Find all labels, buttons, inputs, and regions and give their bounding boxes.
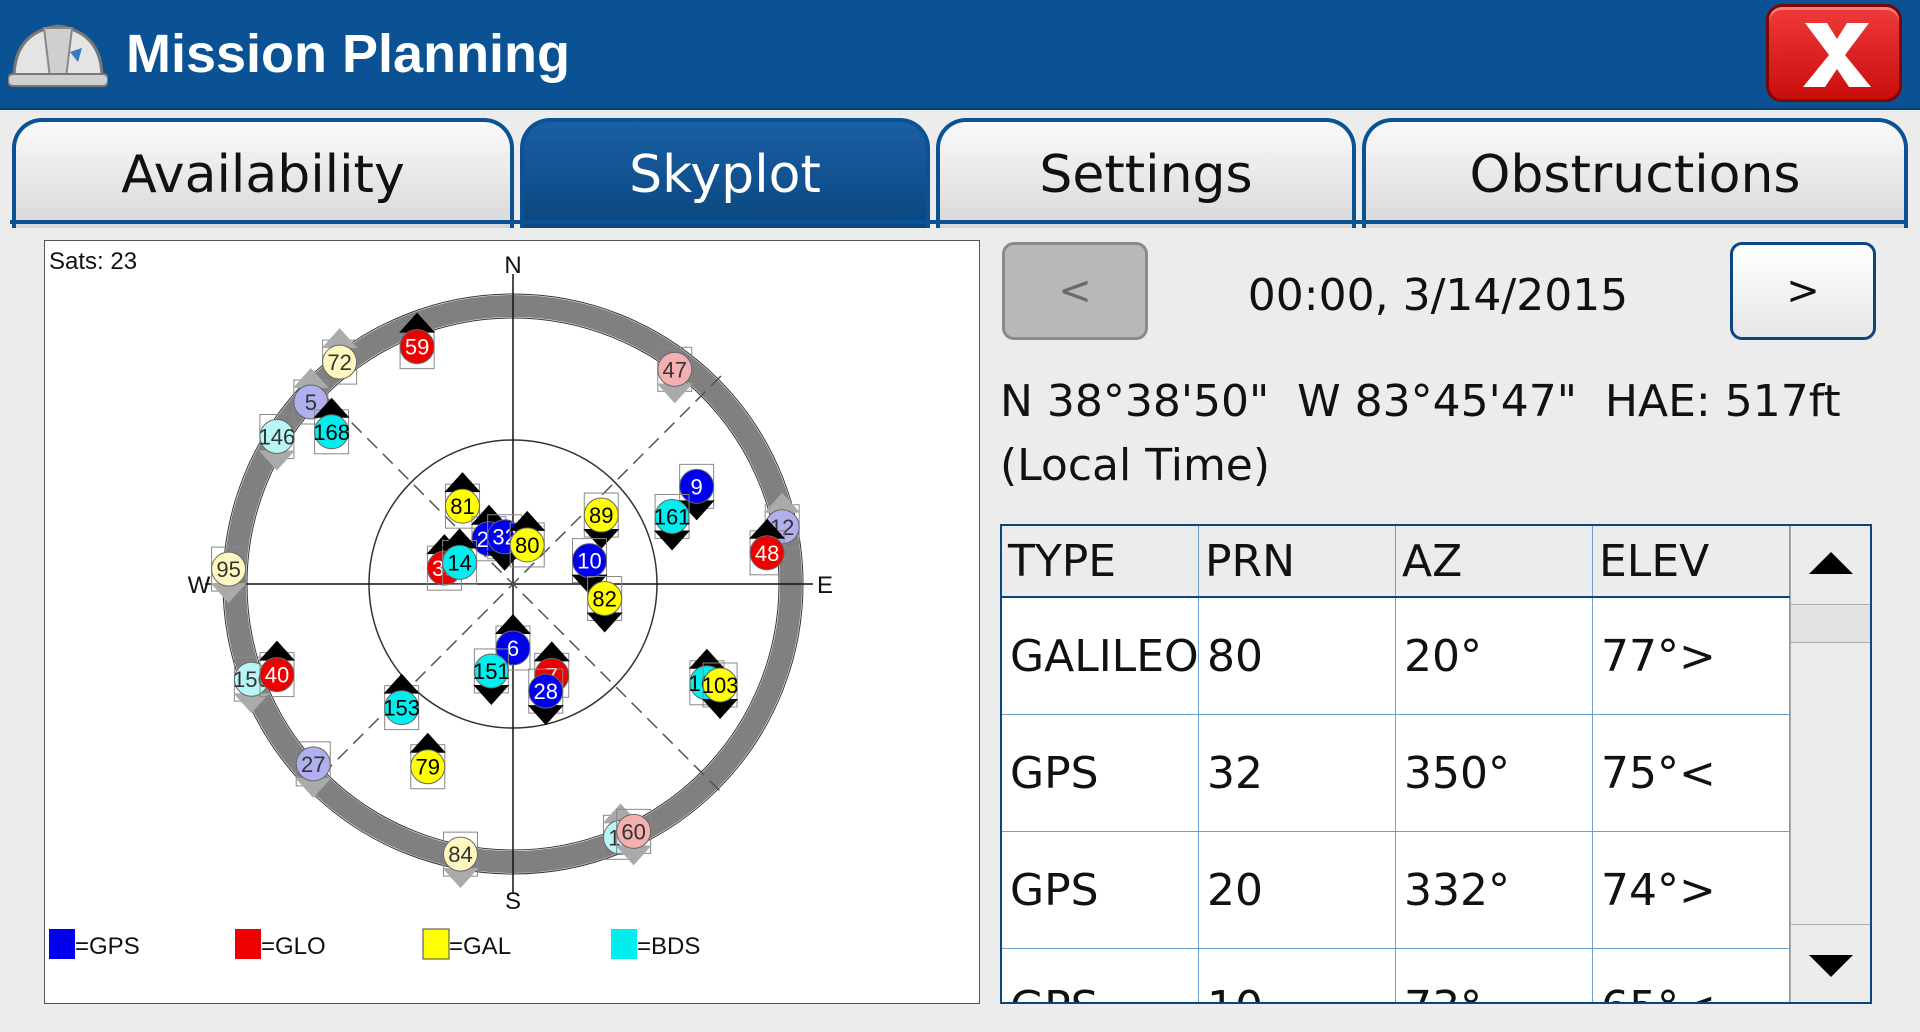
- satellite-79[interactable]: 79: [409, 732, 446, 790]
- tab-skyplot[interactable]: Skyplot: [520, 118, 930, 228]
- tab-obstructions[interactable]: Obstructions: [1362, 118, 1908, 228]
- satellite-prn-label: 28: [534, 679, 558, 704]
- cell-type: GPS: [1002, 949, 1199, 1002]
- satellite-prn-label: 153: [383, 696, 420, 721]
- table-grid: TYPE PRN AZ ELEV GALILEO 80 20° 77°> GPS…: [1002, 526, 1790, 1002]
- table-row[interactable]: GPS 10 73° 65°<: [1002, 949, 1790, 1002]
- tab-underline: [10, 220, 1908, 224]
- column-header-prn[interactable]: PRN: [1199, 526, 1396, 596]
- satellite-81[interactable]: 81: [444, 472, 481, 529]
- triangle-down-icon: [1809, 955, 1853, 977]
- next-time-button[interactable]: >: [1730, 242, 1876, 340]
- legend-label-bds: =BDS: [637, 933, 700, 960]
- satellite-153[interactable]: 153: [383, 673, 420, 731]
- legend-label-gal: =GAL: [449, 933, 511, 960]
- cell-type: GPS: [1002, 715, 1199, 831]
- satellite-prn-label: 59: [405, 335, 429, 360]
- sat-count: Sats: 23: [49, 248, 137, 275]
- cell-prn: 20: [1199, 832, 1396, 948]
- table-row[interactable]: GPS 32 350° 75°<: [1002, 715, 1790, 832]
- satellite-prn-label: 27: [301, 752, 325, 777]
- satellite-prn-label: 161: [654, 504, 691, 529]
- cell-elev: 74°>: [1593, 832, 1790, 948]
- close-button[interactable]: [1766, 4, 1902, 102]
- tab-strip: Availability Skyplot Settings Obstructio…: [0, 108, 1920, 228]
- satellite-prn-label: 60: [621, 819, 645, 844]
- legend-swatch-gal: [422, 928, 450, 960]
- column-header-az[interactable]: AZ: [1396, 526, 1593, 596]
- time-mode-label: (Local Time): [1000, 440, 1271, 491]
- satellite-89[interactable]: 89: [583, 492, 620, 550]
- satellite-prn-label: 14: [447, 550, 471, 575]
- cell-az: 20°: [1396, 598, 1593, 714]
- cell-prn: 80: [1199, 598, 1396, 714]
- cell-type: GALILEO: [1002, 598, 1199, 714]
- triangle-up-icon: [1809, 552, 1853, 574]
- compass-south: S: [505, 888, 521, 915]
- satellite-table: TYPE PRN AZ ELEV GALILEO 80 20° 77°> GPS…: [1000, 524, 1872, 1004]
- scroll-thumb[interactable]: [1791, 606, 1870, 643]
- previous-time-button[interactable]: <: [1002, 242, 1148, 340]
- satellite-prn-label: 47: [663, 357, 687, 382]
- close-icon: [1803, 23, 1871, 87]
- hard-hat-icon: [8, 24, 108, 87]
- cell-elev: 77°>: [1593, 598, 1790, 714]
- satellite-prn-label: 82: [592, 587, 616, 612]
- scroll-up-button[interactable]: [1791, 526, 1870, 605]
- legend-label-gps: =GPS: [75, 933, 140, 960]
- satellite-prn-label: 5: [305, 390, 317, 415]
- cell-az: 350°: [1396, 715, 1593, 831]
- cell-prn: 10: [1199, 949, 1396, 1002]
- cell-prn: 32: [1199, 715, 1396, 831]
- skyplot-panel: Sats: 23 N S E W 59 47 72 5 168 146 9 161 12 48 81…: [44, 240, 980, 1004]
- satellite-prn-label: 9: [691, 474, 703, 499]
- table-row[interactable]: GPS 20 332° 74°>: [1002, 832, 1790, 949]
- datetime-display: 00:00, 3/14/2015: [1247, 270, 1629, 321]
- scroll-down-button[interactable]: [1791, 924, 1870, 1002]
- satellite-prn-label: 40: [265, 663, 289, 688]
- tab-settings[interactable]: Settings: [936, 118, 1356, 228]
- tab-availability[interactable]: Availability: [12, 118, 514, 228]
- satellite-prn-label: 146: [259, 424, 296, 449]
- satellite-prn-label: 72: [327, 350, 351, 375]
- satellite-prn-label: 84: [448, 842, 472, 867]
- cell-type: GPS: [1002, 832, 1199, 948]
- title-bar: Mission Planning: [0, 0, 1920, 110]
- satellite-84[interactable]: 84: [442, 831, 479, 889]
- table-header-row: TYPE PRN AZ ELEV: [1002, 526, 1790, 598]
- satellite-prn-label: 168: [313, 420, 350, 445]
- legend-label-glo: =GLO: [261, 933, 326, 960]
- position-readout: N 38°38'50" W 83°45'47" HAE: 517ft: [1000, 376, 1841, 427]
- satellite-prn-label: 151: [473, 659, 510, 684]
- satellite-prn-label: 81: [450, 494, 474, 519]
- window-title: Mission Planning: [126, 24, 571, 84]
- satellite-prn-label: 103: [702, 673, 739, 698]
- column-header-type[interactable]: TYPE: [1002, 526, 1199, 596]
- legend-swatch-gps: [49, 929, 75, 959]
- skyplot-chart: Sats: 23 N S E W 59477251681469161 124881…: [49, 248, 833, 960]
- cell-elev: 75°<: [1593, 715, 1790, 831]
- table-scrollbar[interactable]: [1790, 526, 1870, 1002]
- compass-north: N: [504, 252, 521, 279]
- compass-west: W: [188, 572, 211, 599]
- legend-swatch-bds: [611, 929, 637, 959]
- cell-az: 332°: [1396, 832, 1593, 948]
- legend-swatch-glo: [235, 929, 261, 959]
- table-row[interactable]: GALILEO 80 20° 77°>: [1002, 598, 1790, 715]
- satellite-prn-label: 48: [755, 541, 779, 566]
- satellite-prn-label: 95: [216, 557, 240, 582]
- satellite-prn-label: 10: [577, 549, 601, 574]
- satellite-prn-label: 89: [589, 503, 613, 528]
- compass-east: E: [817, 572, 833, 599]
- satellite-prn-label: 80: [515, 533, 539, 558]
- column-header-elev[interactable]: ELEV: [1593, 526, 1790, 596]
- cell-az: 73°: [1396, 949, 1593, 1002]
- satellite-prn-label: 79: [416, 755, 440, 780]
- cell-elev: 65°<: [1593, 949, 1790, 1002]
